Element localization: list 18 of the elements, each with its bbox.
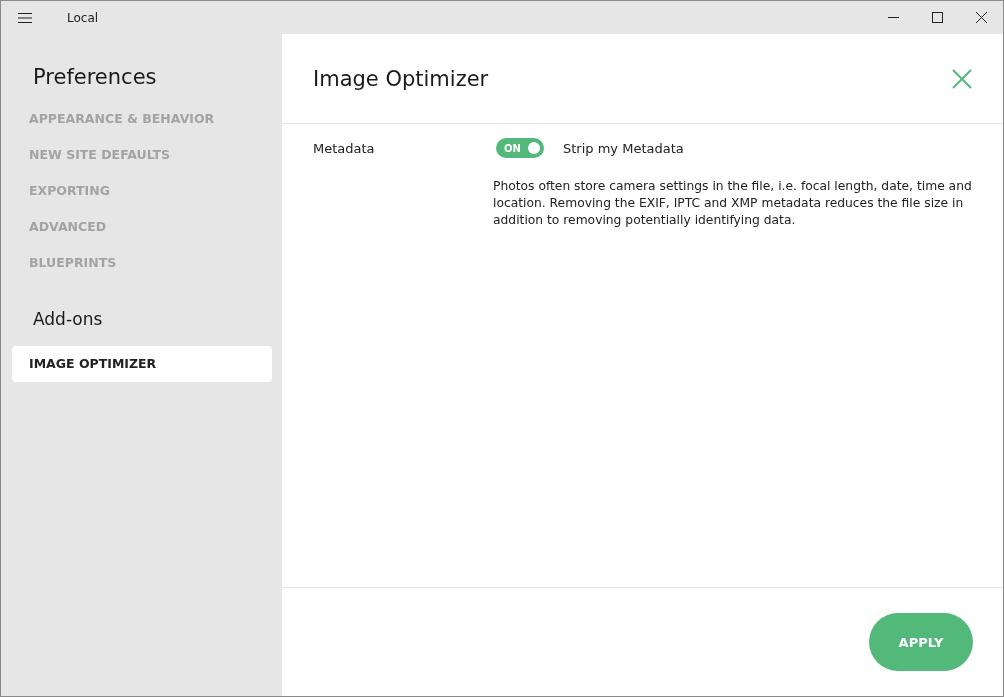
sidebar-item[interactable]: NEW SITE DEFAULTS	[12, 137, 272, 173]
sidebar-item[interactable]: BLUEPRINTS	[12, 245, 272, 281]
sidebar-item[interactable]: EXPORTING	[12, 173, 272, 209]
maximize-icon[interactable]	[932, 12, 943, 23]
option-label: Strip my Metadata	[563, 140, 684, 156]
menu-icon[interactable]	[18, 12, 32, 23]
sidebar-item[interactable]: ADVANCED	[12, 209, 272, 245]
toggle-switch[interactable]: ON	[496, 138, 544, 158]
panel-title: Image Optimizer	[313, 66, 489, 91]
window-title: Local	[67, 10, 99, 25]
apply-button[interactable]: APPLY	[869, 613, 973, 671]
setting-description: Photos often store camera settings in the file, i.e. focal length, date, time and location. Removing the EXIF, IPTC and XMP metadata reduces the file size in addition to removing potentially identifying data.	[493, 178, 973, 229]
sidebar-item[interactable]: IMAGE OPTIMIZER	[12, 346, 272, 382]
section-heading: Add-ons	[32, 309, 104, 331]
sidebar-item[interactable]: APPEARANCE & BEHAVIOR	[12, 101, 272, 137]
section-heading: Preferences	[32, 64, 158, 91]
setting-label: Metadata	[313, 140, 376, 158]
close-icon[interactable]	[976, 12, 987, 23]
